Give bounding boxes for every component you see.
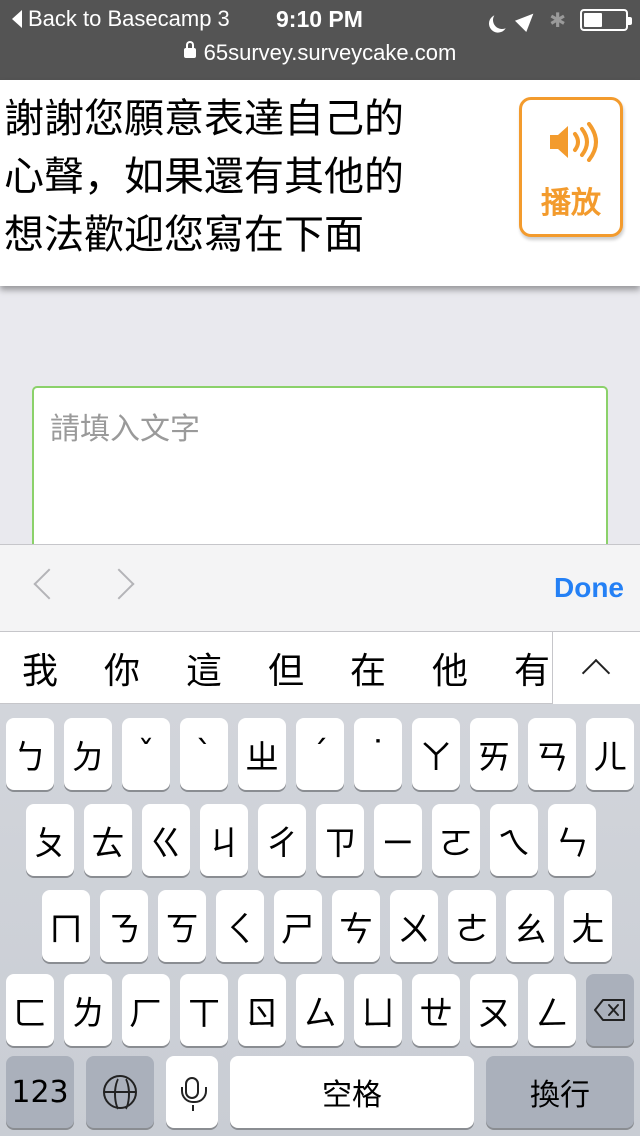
- key[interactable]: ㄧ: [374, 804, 422, 876]
- question-line: 想法歡迎您寫在下面: [4, 212, 364, 258]
- key[interactable]: ㄡ: [470, 974, 518, 1046]
- candidate-word[interactable]: 有: [514, 642, 550, 694]
- status-time: 9:10 PM: [276, 6, 363, 32]
- play-label: 播放: [541, 186, 601, 221]
- key[interactable]: ㄨ: [390, 890, 438, 962]
- key[interactable]: ㄆ: [26, 804, 74, 876]
- key[interactable]: ㄅ: [6, 718, 54, 790]
- key[interactable]: ㄏ: [122, 974, 170, 1046]
- candidate-word[interactable]: 這: [186, 642, 222, 694]
- key[interactable]: ㄊ: [84, 804, 132, 876]
- key[interactable]: ㄎ: [158, 890, 206, 962]
- key[interactable]: ㄈ: [6, 974, 54, 1046]
- speaker-icon: [550, 122, 598, 162]
- key[interactable]: ㄥ: [528, 974, 576, 1046]
- back-to-app-link[interactable]: Back to Basecamp 3: [12, 6, 230, 32]
- key[interactable]: ㄞ: [470, 718, 518, 790]
- backspace-icon: [594, 999, 625, 1021]
- key[interactable]: ㄟ: [490, 804, 538, 876]
- candidate-word[interactable]: 但: [268, 642, 304, 694]
- space-key[interactable]: 空格: [230, 1056, 474, 1128]
- status-bar: Back to Basecamp 3 9:10 PM ✱ 65survey.su…: [0, 0, 640, 80]
- play-audio-button[interactable]: 播放: [519, 97, 623, 237]
- key[interactable]: ㄋ: [100, 890, 148, 962]
- key[interactable]: ㄜ: [448, 890, 496, 962]
- key[interactable]: ˊ: [296, 718, 344, 790]
- key[interactable]: ㄗ: [316, 804, 364, 876]
- back-arrow-icon: [12, 10, 22, 28]
- next-field-chevron-icon[interactable]: [103, 568, 135, 600]
- return-key[interactable]: 換行: [486, 1056, 634, 1128]
- key[interactable]: ㄝ: [412, 974, 460, 1046]
- key[interactable]: ㄑ: [216, 890, 264, 962]
- chevron-up-icon: [581, 658, 611, 688]
- key[interactable]: ㄩ: [354, 974, 402, 1046]
- globe-key[interactable]: [86, 1056, 154, 1128]
- location-icon: [515, 7, 540, 33]
- candidate-word[interactable]: 你: [104, 642, 140, 694]
- key[interactable]: ㄦ: [586, 718, 634, 790]
- microphone-icon: [181, 1077, 207, 1111]
- done-button[interactable]: Done: [554, 572, 624, 604]
- candidate-word[interactable]: 在: [350, 642, 386, 694]
- url-text: 65survey.surveycake.com: [203, 40, 457, 65]
- candidate-word[interactable]: 我: [22, 642, 58, 694]
- back-label: Back to Basecamp 3: [28, 6, 230, 31]
- do-not-disturb-icon: [491, 8, 514, 31]
- numbers-key[interactable]: 123: [6, 1056, 74, 1128]
- dictation-key[interactable]: [166, 1056, 218, 1128]
- keyboard-accessory-bar: Done: [0, 544, 640, 632]
- key[interactable]: ㄢ: [528, 718, 576, 790]
- key[interactable]: ˇ: [122, 718, 170, 790]
- zhuyin-keyboard: ㄅ ㄉ ˇ ˋ ㄓ ˊ ˙ ㄚ ㄞ ㄢ ㄦ ㄆ ㄊ ㄍ ㄐ ㄔ ㄗ ㄧ ㄛ ㄟ …: [0, 704, 640, 1136]
- globe-icon: [103, 1075, 137, 1113]
- question-card: 謝謝您願意表達自己的 心聲，如果還有其他的 想法歡迎您寫在下面 播放: [0, 80, 640, 286]
- key[interactable]: ㄙ: [296, 974, 344, 1046]
- previous-field-chevron-icon[interactable]: [33, 568, 65, 600]
- key[interactable]: ㄐ: [200, 804, 248, 876]
- candidate-bar: 我 你 這 但 在 他 有: [0, 632, 640, 704]
- bluetooth-icon: ✱: [549, 8, 566, 32]
- key[interactable]: ㄘ: [332, 890, 380, 962]
- key[interactable]: ㄣ: [548, 804, 596, 876]
- key[interactable]: ㄕ: [274, 890, 322, 962]
- key[interactable]: ㄌ: [64, 974, 112, 1046]
- candidate-word[interactable]: 他: [432, 642, 468, 694]
- key[interactable]: ㄖ: [238, 974, 286, 1046]
- key[interactable]: ㄓ: [238, 718, 286, 790]
- url-bar[interactable]: 65survey.surveycake.com: [0, 40, 640, 74]
- key[interactable]: ˋ: [180, 718, 228, 790]
- expand-candidates-button[interactable]: [552, 632, 640, 704]
- lock-icon: [183, 41, 196, 59]
- key[interactable]: ㄇ: [42, 890, 90, 962]
- key[interactable]: ㄔ: [258, 804, 306, 876]
- battery-icon: [580, 9, 632, 31]
- key[interactable]: ㄤ: [564, 890, 612, 962]
- key[interactable]: ㄉ: [64, 718, 112, 790]
- question-text: 謝謝您願意表達自己的 心聲，如果還有其他的 想法歡迎您寫在下面: [4, 90, 504, 264]
- question-line: 心聲，如果還有其他的: [4, 154, 404, 200]
- key[interactable]: ㄒ: [180, 974, 228, 1046]
- key[interactable]: ㄠ: [506, 890, 554, 962]
- delete-key[interactable]: [586, 974, 634, 1046]
- key[interactable]: ㄍ: [142, 804, 190, 876]
- question-line: 謝謝您願意表達自己的: [4, 96, 404, 142]
- key[interactable]: ㄛ: [432, 804, 480, 876]
- key[interactable]: ˙: [354, 718, 402, 790]
- key[interactable]: ㄚ: [412, 718, 460, 790]
